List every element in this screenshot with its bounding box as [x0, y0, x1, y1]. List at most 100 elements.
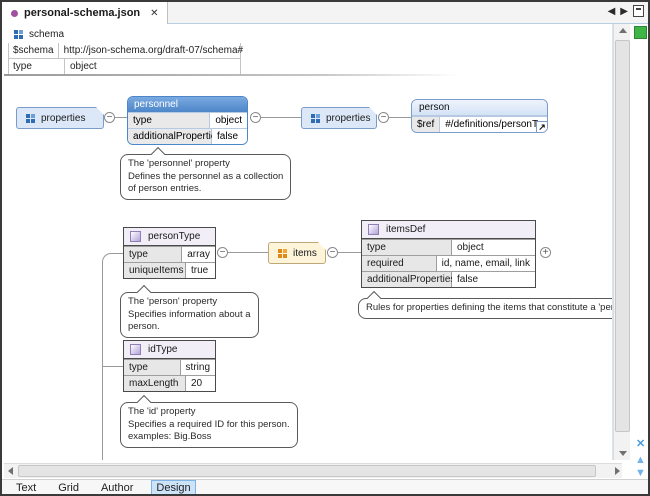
forward-icon[interactable]: ▶	[620, 6, 628, 17]
table-row[interactable]: additionalProperties false	[128, 128, 247, 144]
collapse-toggle[interactable]: −	[378, 112, 389, 123]
table-row[interactable]: $ref #/definitions/personType	[412, 116, 547, 132]
row-label: type	[124, 247, 182, 262]
schema-title: schema	[29, 29, 64, 40]
connector-line	[115, 117, 127, 118]
fold-corner	[318, 242, 326, 250]
items-node[interactable]: items	[268, 242, 326, 264]
table-row[interactable]: type array	[124, 246, 215, 262]
next-marker-icon[interactable]: ▼	[635, 468, 646, 479]
annotation-personnel: The 'personnel' property Defines the per…	[120, 154, 291, 200]
table-row[interactable]: maxLength 20	[124, 375, 215, 391]
table-row[interactable]: uniqueItems true	[124, 262, 215, 278]
document-valid-indicator[interactable]	[634, 26, 647, 39]
horizontal-scrollbar-thumb[interactable]	[18, 465, 596, 477]
row-value: #/definitions/personType	[440, 117, 548, 132]
connector-line	[338, 252, 361, 253]
vertical-scrollbar[interactable]	[613, 24, 630, 460]
schema-grid-icon	[14, 30, 23, 39]
validation-strip: ✕ ▲ ▼	[630, 24, 650, 460]
collapse-toggle[interactable]: −	[104, 112, 115, 123]
collapse-toggle[interactable]: −	[217, 247, 228, 258]
idtype-node[interactable]: idType type string maxLength 20	[123, 340, 216, 392]
document-tab-title: personal-schema.json	[24, 7, 140, 19]
scroll-right-button[interactable]	[609, 464, 622, 479]
document-tab[interactable]: personal-schema.json ✕	[2, 2, 168, 24]
personnel-node[interactable]: personnel type object additionalProperti…	[127, 96, 248, 145]
table-row[interactable]: type string	[124, 359, 215, 375]
row-value: false	[452, 272, 535, 287]
mode-bar: Text Grid Author Design	[2, 479, 648, 496]
person-node-title: person	[412, 100, 547, 116]
itemsdef-node-title: itemsDef	[386, 224, 425, 235]
fold-corner	[96, 107, 104, 115]
table-row[interactable]: type object	[362, 239, 535, 255]
row-value: true	[186, 263, 215, 278]
itemsdef-node[interactable]: itemsDef type object required id, name, …	[361, 220, 536, 288]
persontype-node-title: personType	[148, 231, 200, 242]
annotation-person: The 'person' property Specifies informat…	[120, 292, 259, 338]
document-list-icon[interactable]	[633, 5, 644, 17]
annotation-items: Rules for properties defining the items …	[358, 298, 613, 319]
mode-tab-text[interactable]: Text	[12, 481, 40, 495]
row-value: string	[181, 360, 215, 375]
schema-row-label: type	[9, 59, 65, 74]
mode-tab-author[interactable]: Author	[97, 481, 137, 495]
mode-tab-grid[interactable]: Grid	[54, 481, 83, 495]
row-label: type	[124, 360, 181, 375]
definition-icon	[130, 344, 141, 355]
fold-corner	[369, 107, 377, 115]
personnel-node-title: personnel	[128, 97, 247, 112]
table-row[interactable]: type object	[8, 59, 241, 75]
horizontal-scrollbar[interactable]	[4, 463, 622, 478]
design-canvas[interactable]: schema $schema http://json-schema.org/dr…	[4, 24, 613, 460]
clear-markers-icon[interactable]: ✕	[636, 437, 645, 450]
row-value: 20	[186, 376, 215, 391]
back-icon[interactable]: ◀	[608, 6, 616, 17]
connector-line	[102, 366, 123, 367]
table-row[interactable]: $schema http://json-schema.org/draft-07/…	[8, 43, 241, 59]
properties-node-1[interactable]: properties	[16, 107, 104, 129]
person-node[interactable]: person $ref #/definitions/personType ↗	[411, 99, 548, 133]
row-value: id, name, email, link	[437, 256, 535, 271]
row-label: required	[362, 256, 437, 271]
items-grid-icon	[278, 249, 287, 258]
row-label: type	[362, 240, 452, 255]
modified-indicator-icon	[11, 10, 18, 17]
ref-link-icon[interactable]: ↗	[536, 121, 547, 132]
collapse-toggle[interactable]: −	[327, 247, 338, 258]
scroll-down-button[interactable]	[614, 446, 631, 460]
properties-node-2[interactable]: properties	[301, 107, 377, 129]
properties-node-label: properties	[326, 113, 370, 124]
properties-node-label: properties	[41, 113, 85, 124]
annotation-id: The 'id' property Specifies a required I…	[120, 402, 298, 448]
schema-row-label: $schema	[9, 43, 59, 58]
row-value: false	[212, 129, 247, 144]
connector-line	[389, 117, 411, 118]
mode-tab-design[interactable]: Design	[151, 480, 195, 496]
vertical-scrollbar-thumb[interactable]	[615, 40, 630, 432]
table-row[interactable]: type object	[128, 112, 247, 128]
row-value: array	[182, 247, 215, 262]
row-label: type	[128, 113, 210, 128]
scroll-left-button[interactable]	[4, 464, 17, 479]
persontype-node[interactable]: personType type array uniqueItems true	[123, 227, 216, 279]
table-row[interactable]: additionalProperties false	[362, 271, 535, 287]
previous-marker-icon[interactable]: ▲	[635, 455, 646, 466]
row-label: additionalProperties	[128, 129, 212, 144]
properties-grid-icon	[311, 114, 320, 123]
expand-toggle[interactable]: +	[540, 247, 551, 258]
tab-close-icon[interactable]: ✕	[146, 8, 158, 19]
schema-row-value: http://json-schema.org/draft-07/schema#	[59, 43, 249, 58]
tab-bar: personal-schema.json ✕ ◀ ▶	[2, 2, 648, 24]
schema-root-table[interactable]: schema $schema http://json-schema.org/dr…	[8, 27, 241, 75]
definition-icon	[130, 231, 141, 242]
row-value: object	[210, 113, 247, 128]
scroll-up-button[interactable]	[614, 24, 631, 38]
row-label: additionalProperties	[362, 272, 452, 287]
table-row[interactable]: required id, name, email, link	[362, 255, 535, 271]
collapse-toggle[interactable]: −	[250, 112, 261, 123]
editor-window: personal-schema.json ✕ ◀ ▶ schema $schem…	[0, 0, 650, 496]
connector-line	[228, 252, 268, 253]
schema-row-value: object	[65, 59, 240, 74]
